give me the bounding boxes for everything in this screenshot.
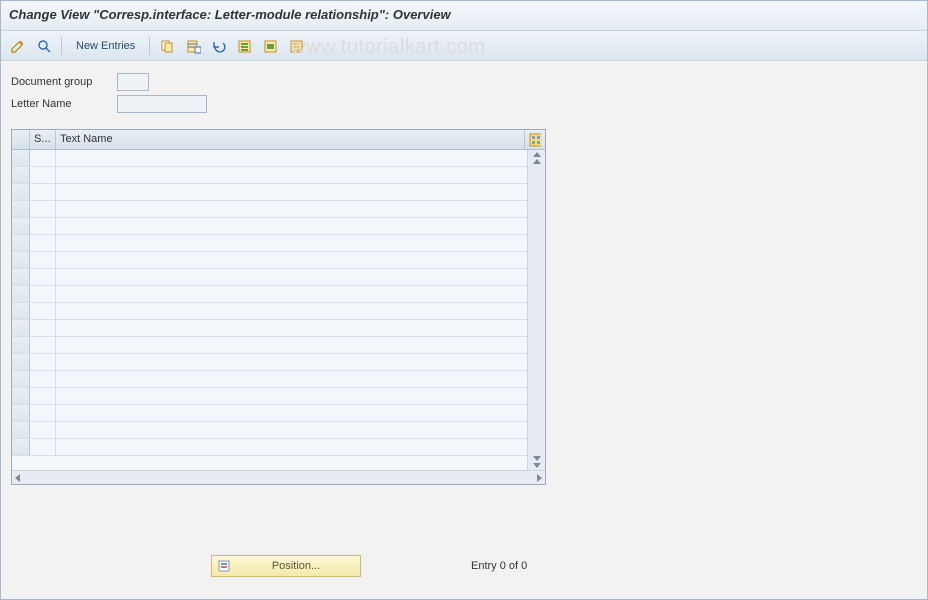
select-block-icon[interactable] — [260, 35, 282, 57]
table-header: S... Text Name — [12, 130, 545, 150]
horizontal-scrollbar[interactable] — [12, 470, 545, 484]
table-row[interactable] — [12, 269, 527, 286]
table-row[interactable] — [12, 150, 527, 167]
document-group-input[interactable] — [117, 73, 149, 91]
undo-change-icon[interactable] — [208, 35, 230, 57]
table-row[interactable] — [12, 286, 527, 303]
document-group-label: Document group — [11, 76, 111, 88]
content-area: Document group Letter Name S... Text Nam… — [1, 61, 927, 485]
entry-count-text: Entry 0 of 0 — [471, 560, 527, 572]
footer-bar: Position... Entry 0 of 0 — [1, 555, 927, 577]
table-row[interactable] — [12, 422, 527, 439]
column-selector[interactable] — [12, 130, 30, 149]
table-row[interactable] — [12, 303, 527, 320]
table-row[interactable] — [12, 439, 527, 456]
table-row[interactable] — [12, 167, 527, 184]
deselect-all-icon[interactable] — [286, 35, 308, 57]
data-table: S... Text Name — [11, 129, 546, 485]
toolbar-separator — [149, 37, 150, 55]
column-textname[interactable]: Text Name — [56, 130, 525, 149]
table-row[interactable] — [12, 388, 527, 405]
scroll-left-icon[interactable] — [15, 474, 20, 482]
table-body — [12, 150, 527, 470]
table-row[interactable] — [12, 371, 527, 388]
table-row[interactable] — [12, 337, 527, 354]
delete-icon[interactable] — [182, 35, 204, 57]
table-row[interactable] — [12, 354, 527, 371]
copy-as-icon[interactable] — [156, 35, 178, 57]
table-row[interactable] — [12, 201, 527, 218]
table-row[interactable] — [12, 252, 527, 269]
scroll-down-icon[interactable] — [533, 463, 541, 468]
position-icon — [218, 559, 232, 573]
column-s[interactable]: S... — [30, 130, 56, 149]
toggle-display-change-icon[interactable] — [7, 35, 29, 57]
toolbar-separator — [61, 37, 62, 55]
toolbar: New Entries — [1, 31, 927, 61]
table-row[interactable] — [12, 218, 527, 235]
letter-name-input[interactable] — [117, 95, 207, 113]
scroll-up-icon[interactable] — [533, 152, 541, 157]
table-row[interactable] — [12, 184, 527, 201]
table-settings-icon[interactable] — [525, 130, 545, 149]
new-entries-button[interactable]: New Entries — [68, 37, 143, 55]
details-icon[interactable] — [33, 35, 55, 57]
table-row[interactable] — [12, 320, 527, 337]
letter-name-label: Letter Name — [11, 98, 111, 110]
select-all-icon[interactable] — [234, 35, 256, 57]
position-button[interactable]: Position... — [211, 555, 361, 577]
scroll-up-icon[interactable] — [533, 159, 541, 164]
scroll-down-icon[interactable] — [533, 456, 541, 461]
vertical-scrollbar[interactable] — [527, 150, 545, 470]
scroll-right-icon[interactable] — [537, 474, 542, 482]
position-label: Position... — [238, 560, 354, 572]
table-row[interactable] — [12, 405, 527, 422]
table-row[interactable] — [12, 235, 527, 252]
page-title: Change View "Corresp.interface: Letter-m… — [1, 1, 927, 31]
